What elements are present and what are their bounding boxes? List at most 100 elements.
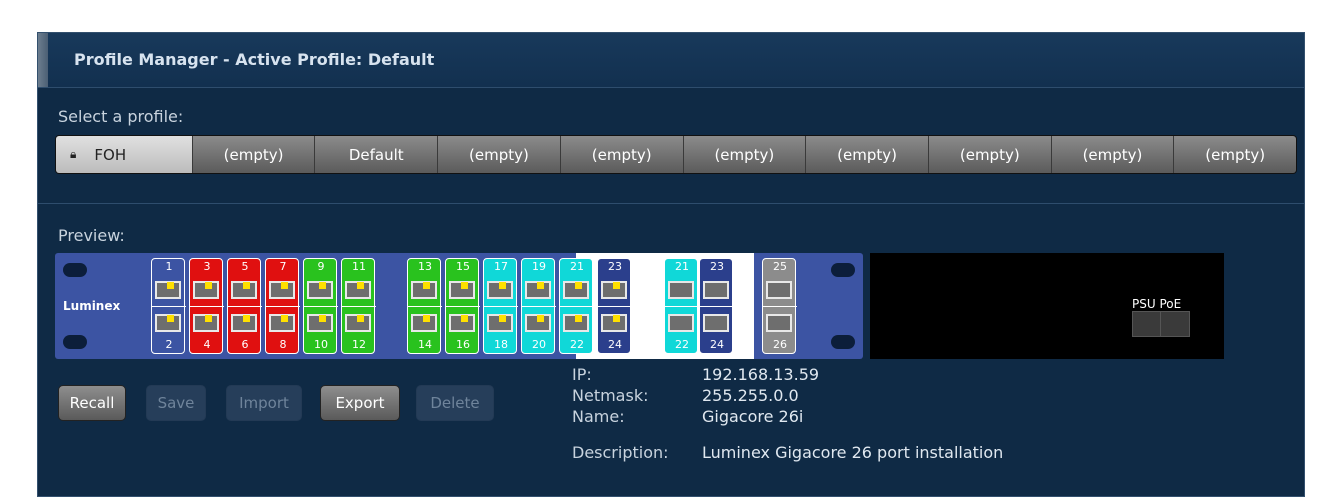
port-pair: 23 24	[597, 258, 632, 354]
port-number: 22	[675, 338, 689, 351]
psu-label: PSU PoE	[1132, 297, 1182, 311]
delete-button[interactable]: Delete	[416, 385, 494, 421]
port-number: 16	[456, 338, 470, 351]
ethernet-port-icon	[766, 281, 792, 299]
profile-label: (empty)	[223, 145, 284, 164]
port-pair: 34	[189, 258, 224, 354]
ethernet-port-icon	[563, 281, 589, 299]
ethernet-port-icon	[411, 281, 437, 299]
profile-label: (empty)	[959, 145, 1020, 164]
select-profile-label: Select a profile:	[58, 107, 184, 126]
profile-label: Default	[348, 145, 404, 164]
ethernet-port-icon	[269, 281, 295, 299]
profile-label: (empty)	[469, 145, 529, 164]
port-number: 9	[317, 260, 325, 273]
ethernet-port-icon	[525, 281, 551, 299]
port-number: 10	[314, 338, 328, 351]
port-divider	[304, 306, 338, 307]
port-number: 21	[570, 260, 584, 273]
export-button[interactable]: Export	[320, 385, 400, 421]
link-led-icon	[423, 315, 430, 322]
ethernet-port-icon	[766, 314, 792, 332]
link-led-icon	[243, 315, 250, 322]
port-number: 8	[279, 338, 287, 351]
import-button[interactable]: Import	[226, 385, 302, 421]
profile-button-4[interactable]: (empty)	[438, 136, 561, 173]
port-pair: 11 12	[341, 258, 376, 354]
link-led-icon	[613, 282, 620, 289]
recall-button[interactable]: Recall	[58, 385, 126, 421]
link-led-icon	[423, 282, 430, 289]
ethernet-port-icon	[193, 314, 219, 332]
port-divider	[522, 306, 556, 307]
profile-button-7[interactable]: (empty)	[806, 136, 929, 173]
profile-button-2[interactable]: (empty)	[192, 136, 316, 173]
brand-logo: Luminex	[63, 299, 121, 313]
link-led-icon	[205, 282, 212, 289]
port-number: 17	[494, 260, 508, 273]
description-label: Description:	[572, 443, 669, 462]
profile-button-3[interactable]: Default	[315, 136, 439, 173]
panel-header: Profile Manager - Active Profile: Defaul…	[38, 33, 1304, 88]
port-pair: 25 26	[762, 258, 797, 354]
ethernet-port-icon	[703, 281, 729, 299]
ethernet-port-icon	[668, 314, 694, 332]
ethernet-port-icon	[601, 314, 627, 332]
link-led-icon	[537, 315, 544, 322]
profile-button-9[interactable]: (empty)	[1051, 136, 1175, 173]
profile-label: (empty)	[714, 145, 775, 164]
header-accent-bar	[38, 33, 48, 87]
link-led-icon	[537, 282, 544, 289]
port-number: 25	[773, 260, 787, 273]
ethernet-port-icon	[525, 314, 551, 332]
netmask-label: Netmask:	[572, 386, 649, 405]
page-title: Profile Manager - Active Profile: Defaul…	[74, 50, 435, 69]
ip-value: 192.168.13.59	[702, 365, 820, 384]
port-divider	[342, 306, 376, 307]
port-number: 6	[241, 338, 249, 351]
profile-label: (empty)	[591, 145, 652, 164]
port-divider	[266, 306, 300, 307]
port-divider	[763, 306, 797, 307]
port-divider	[152, 306, 186, 307]
link-led-icon	[499, 282, 506, 289]
link-led-icon	[357, 315, 364, 322]
port-number: 15	[456, 260, 470, 273]
port-number: 24	[710, 338, 724, 351]
profile-button-6[interactable]: (empty)	[683, 136, 807, 173]
save-button[interactable]: Save	[146, 385, 206, 421]
port-number: 22	[570, 338, 584, 351]
preview-label: Preview:	[58, 226, 125, 245]
ethernet-port-icon	[155, 314, 181, 332]
ethernet-port-icon	[703, 314, 729, 332]
profile-label: FOH	[94, 145, 127, 164]
ethernet-port-icon	[487, 281, 513, 299]
port-divider	[408, 306, 442, 307]
port-number: 24	[608, 338, 622, 351]
port-pair: 9 10	[303, 258, 338, 354]
profile-button-5[interactable]: (empty)	[560, 136, 684, 173]
port-number: 26	[773, 338, 787, 351]
ethernet-port-icon	[155, 281, 181, 299]
port-divider	[560, 306, 594, 307]
profile-button-1[interactable]: 🔒︎ FOH	[56, 136, 193, 173]
link-led-icon	[575, 282, 582, 289]
name-label: Name:	[572, 407, 625, 426]
profile-button-8[interactable]: (empty)	[928, 136, 1052, 173]
port-pair: 17 18	[483, 258, 518, 354]
profile-button-10[interactable]: (empty)	[1174, 136, 1296, 173]
port-pair: 23 24	[699, 258, 734, 354]
port-pair: 21 22	[664, 258, 699, 354]
port-number: 14	[418, 338, 432, 351]
link-led-icon	[243, 282, 250, 289]
port-pair: 56	[227, 258, 262, 354]
lock-icon: 🔒︎	[70, 147, 77, 161]
port-pair: 15 16	[445, 258, 480, 354]
netmask-value: 255.255.0.0	[702, 386, 799, 405]
port-pair: 19 20	[521, 258, 556, 354]
port-number: 2	[165, 338, 173, 351]
section-divider	[38, 203, 1304, 204]
ethernet-port-icon	[307, 314, 333, 332]
port-divider	[598, 306, 632, 307]
description-value: Luminex Gigacore 26 port installation	[702, 443, 1004, 462]
